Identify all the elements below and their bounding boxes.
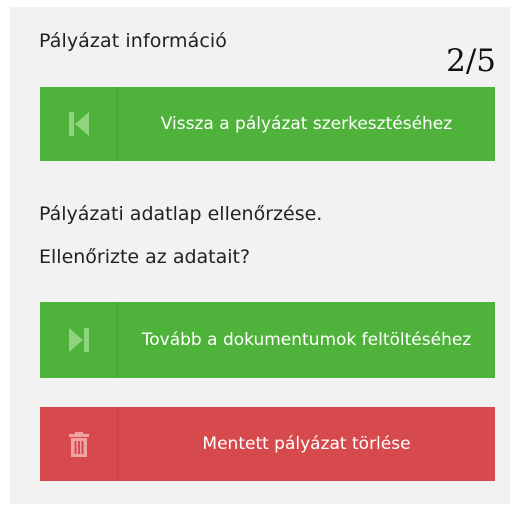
delete-saved-application-button[interactable]: Mentett pályázat törlése <box>40 407 495 481</box>
check-text: Pályázati adatlap ellenőrzése. <box>39 203 323 225</box>
panel-title: Pályázat információ <box>39 30 228 52</box>
delete-saved-application-label: Mentett pályázat törlése <box>202 433 411 454</box>
confirm-question: Ellenőrizte az adatait? <box>39 246 251 268</box>
continue-to-upload-label: Tovább a dokumentumok feltöltéséhez <box>141 329 472 350</box>
skip-forward-icon <box>40 302 118 378</box>
back-to-edit-button[interactable]: Vissza a pályázat szerkesztéséhez <box>40 87 495 161</box>
continue-to-upload-button[interactable]: Tovább a dokumentumok feltöltéséhez <box>40 302 495 378</box>
step-counter: 2/5 <box>446 43 496 79</box>
trash-icon <box>40 407 118 481</box>
back-to-edit-label: Vissza a pályázat szerkesztéséhez <box>160 113 453 134</box>
skip-back-icon <box>40 87 118 161</box>
